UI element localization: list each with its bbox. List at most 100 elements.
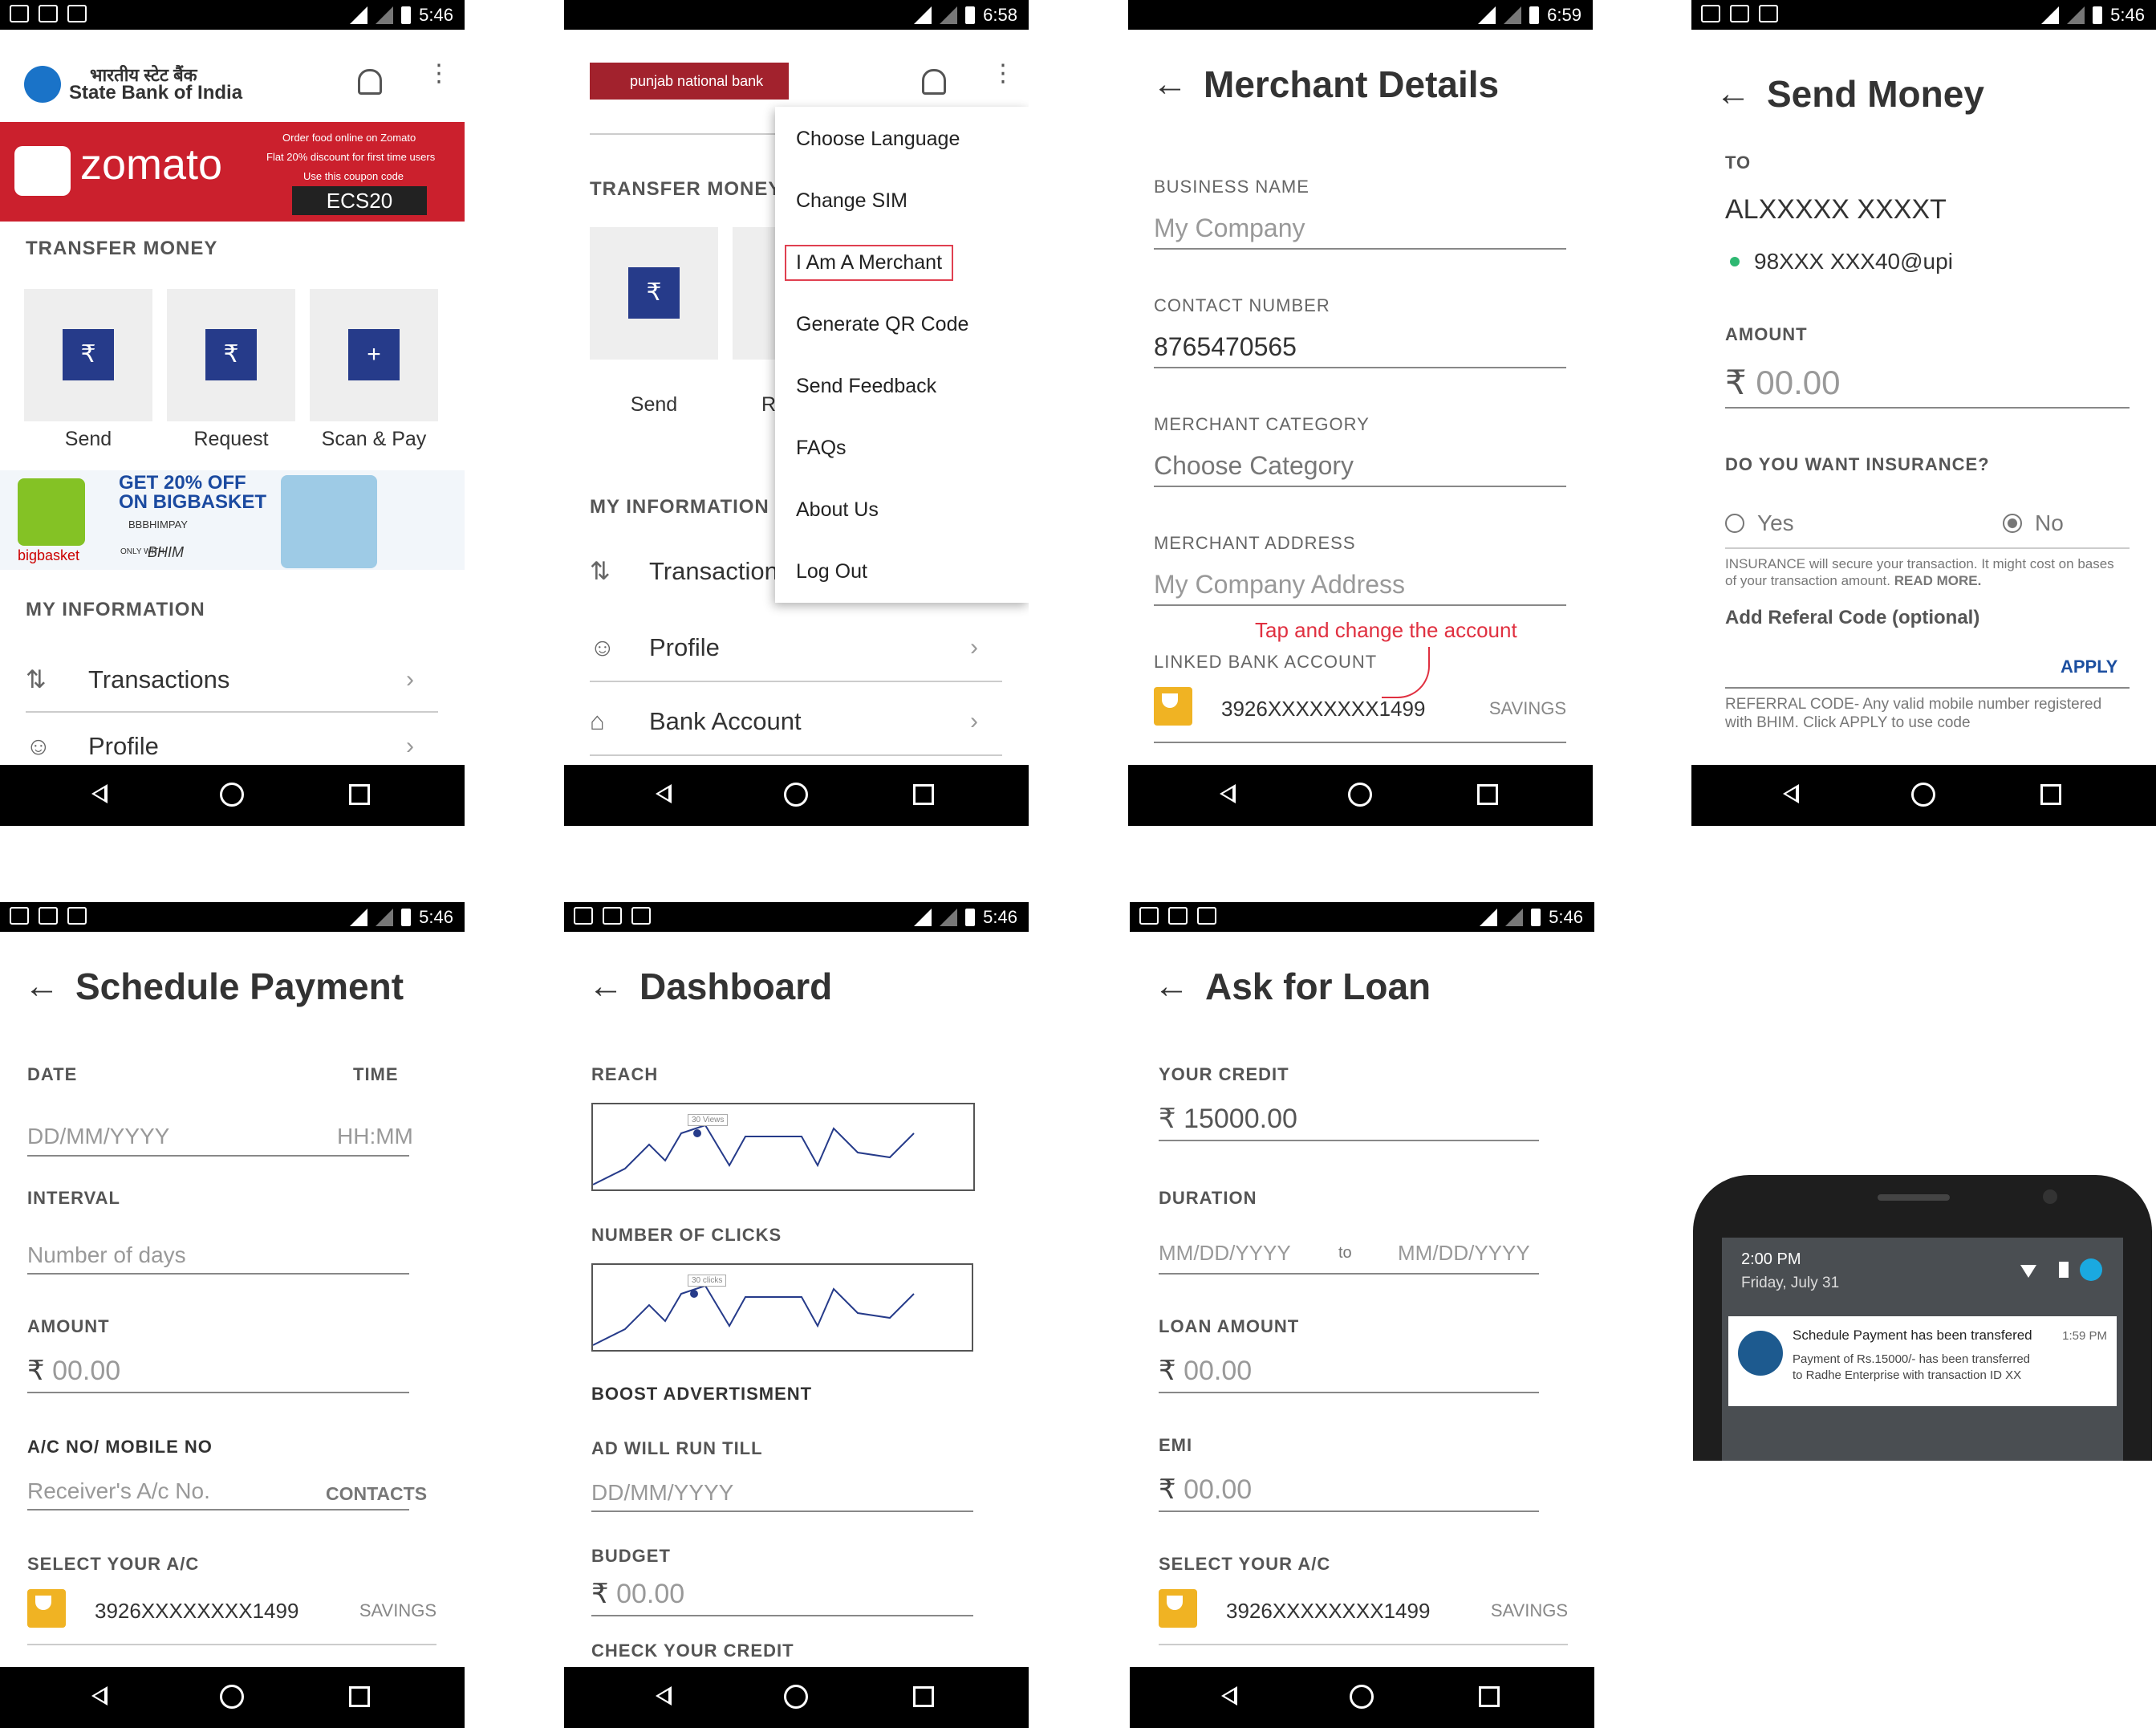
back-arrow-icon[interactable]: ← xyxy=(1715,74,1751,114)
amount-input[interactable]: ₹ 00.00 xyxy=(27,1355,409,1393)
menu-i-am-merchant[interactable]: I Am A Merchant xyxy=(785,245,954,281)
radio-no-label: No xyxy=(2035,510,2064,535)
check-credit-link[interactable]: CHECK YOUR CREDIT xyxy=(591,1641,794,1661)
header: ← Dashboard xyxy=(588,965,832,1008)
scan-tile[interactable]: + xyxy=(310,289,438,421)
home-icon[interactable] xyxy=(1348,783,1372,807)
back-icon[interactable] xyxy=(1218,783,1236,805)
transactions-row[interactable]: ⇅ Transactions › xyxy=(26,649,438,713)
until-date-input[interactable]: MM/DD/YYYY xyxy=(1398,1241,1542,1271)
select-account-row[interactable]: 3926XXXXXXXX1499 SAVINGS xyxy=(1159,1589,1568,1645)
profile-label: Profile xyxy=(649,633,720,661)
label-select-account: SELECT YOUR A/C xyxy=(1159,1554,1331,1574)
radio-yes[interactable] xyxy=(1725,514,1744,533)
rupee-icon: ₹ xyxy=(1159,1356,1184,1386)
credit-value: 15000.00 xyxy=(1184,1104,1297,1134)
menu-faqs[interactable]: FAQs xyxy=(796,437,847,460)
apply-button[interactable]: APPLY xyxy=(2061,657,2117,677)
rupee-down-icon: ₹ xyxy=(205,329,257,380)
notification-card[interactable]: Schedule Payment has been transfered 1:5… xyxy=(1728,1316,2117,1406)
avatar-icon[interactable] xyxy=(2080,1258,2102,1281)
home-icon[interactable] xyxy=(220,1685,244,1709)
battery-icon xyxy=(2059,1262,2069,1278)
select-account-row[interactable]: 3926XXXXXXXX1499 SAVINGS xyxy=(27,1589,436,1645)
home-icon[interactable] xyxy=(1911,783,1935,807)
profile-row[interactable]: ☺ Profile › xyxy=(590,615,1002,682)
recents-icon[interactable] xyxy=(349,784,370,805)
back-icon[interactable] xyxy=(90,1685,108,1707)
time-input[interactable]: HH:MM xyxy=(337,1124,413,1154)
date-input[interactable]: DD/MM/YYYY xyxy=(27,1124,316,1154)
interval-input[interactable]: Number of days xyxy=(27,1242,409,1275)
menu-choose-language[interactable]: Choose Language xyxy=(796,128,960,151)
send-tile[interactable]: ₹ xyxy=(24,289,152,421)
more-icon[interactable]: ⋮ xyxy=(427,62,451,86)
budget-input[interactable]: ₹ 00.00 xyxy=(591,1578,973,1616)
back-arrow-icon[interactable]: ← xyxy=(588,966,623,1006)
recents-icon[interactable] xyxy=(349,1686,370,1707)
back-icon[interactable] xyxy=(1220,1685,1237,1707)
bank-account-row[interactable]: ⌂ Bank Account › xyxy=(590,689,1002,756)
menu-change-sim[interactable]: Change SIM xyxy=(796,189,907,213)
recents-icon[interactable] xyxy=(2040,784,2061,805)
recents-icon[interactable] xyxy=(913,1686,934,1707)
back-arrow-icon[interactable]: ← xyxy=(24,966,59,1006)
more-icon[interactable]: ⋮ xyxy=(991,62,1015,86)
contacts-button[interactable]: CONTACTS xyxy=(326,1483,427,1505)
request-tile[interactable]: ₹ xyxy=(167,289,295,421)
radio-no[interactable] xyxy=(2003,514,2022,533)
loan-amount-input[interactable]: ₹ 00.00 xyxy=(1159,1355,1539,1393)
linked-bank-row[interactable]: 3926XXXXXXXX1499 SAVINGS xyxy=(1154,687,1566,743)
category-select[interactable]: Choose Category xyxy=(1154,451,1566,487)
shade-date: Friday, July 31 xyxy=(1741,1275,1840,1291)
zomato-logo: zomato xyxy=(80,140,223,189)
menu-generate-qr[interactable]: Generate QR Code xyxy=(796,313,968,336)
shade-time: 2:00 PM xyxy=(1741,1250,1801,1268)
label-address: MERCHANT ADDRESS xyxy=(1154,533,1356,553)
back-icon[interactable] xyxy=(1781,783,1799,805)
back-arrow-icon[interactable]: ← xyxy=(1154,966,1189,1006)
back-icon[interactable] xyxy=(654,1685,672,1707)
address-input[interactable]: My Company Address xyxy=(1154,570,1566,606)
home-icon[interactable] xyxy=(1350,1685,1374,1709)
send-tile[interactable]: ₹ xyxy=(590,227,718,360)
bhim-logo: BHIM xyxy=(148,544,184,560)
rupee-up-icon: ₹ xyxy=(63,329,114,380)
menu-send-feedback[interactable]: Send Feedback xyxy=(796,375,936,398)
referal-input[interactable] xyxy=(1725,687,2130,689)
zomato-banner[interactable]: zomato Order food online on Zomato Flat … xyxy=(0,122,465,222)
profile-row[interactable]: ☺ Profile › xyxy=(26,722,438,770)
emi-input[interactable]: ₹ 00.00 xyxy=(1159,1474,1539,1512)
bell-icon[interactable] xyxy=(358,69,382,95)
rupee-up-icon: ₹ xyxy=(628,267,680,319)
label-amount: AMOUNT xyxy=(27,1316,110,1336)
earpiece xyxy=(1878,1194,1950,1201)
loan-amount-value: 00.00 xyxy=(1184,1356,1253,1386)
reach-line xyxy=(592,1124,915,1185)
bigbasket-banner[interactable]: bigbasket GET 20% OFF ON BIGBASKET BBBHI… xyxy=(0,470,465,570)
recents-icon[interactable] xyxy=(1477,784,1498,805)
back-icon[interactable] xyxy=(90,783,108,805)
home-icon[interactable] xyxy=(784,783,808,807)
recents-icon[interactable] xyxy=(1479,1686,1500,1707)
back-icon[interactable] xyxy=(654,783,672,805)
home-icon[interactable] xyxy=(784,1685,808,1709)
home-icon[interactable] xyxy=(220,783,244,807)
zomato-badge-icon xyxy=(14,146,71,196)
bell-icon[interactable] xyxy=(922,69,946,95)
business-name-input[interactable]: My Company xyxy=(1154,213,1566,250)
scan-label: Scan & Pay xyxy=(321,428,427,450)
menu-log-out[interactable]: Log Out xyxy=(796,560,867,583)
ad-till-input[interactable]: DD/MM/YYYY xyxy=(591,1480,973,1512)
from-date-input[interactable]: MM/DD/YYYY xyxy=(1159,1241,1343,1271)
recents-icon[interactable] xyxy=(913,784,934,805)
menu-about-us[interactable]: About Us xyxy=(796,498,879,522)
amount-input[interactable]: ₹ 00.00 xyxy=(1725,363,2130,409)
reach-chart: 30 Views xyxy=(591,1103,975,1191)
zomato-line3: Use this coupon code xyxy=(303,170,404,182)
back-arrow-icon[interactable]: ← xyxy=(1152,64,1188,104)
status-bar: 6:59 xyxy=(1128,0,1593,30)
contact-input[interactable]: 8765470565 xyxy=(1154,332,1566,368)
read-more-link[interactable]: READ MORE. xyxy=(1894,573,1982,588)
pnb-bank-icon xyxy=(1159,1589,1197,1628)
